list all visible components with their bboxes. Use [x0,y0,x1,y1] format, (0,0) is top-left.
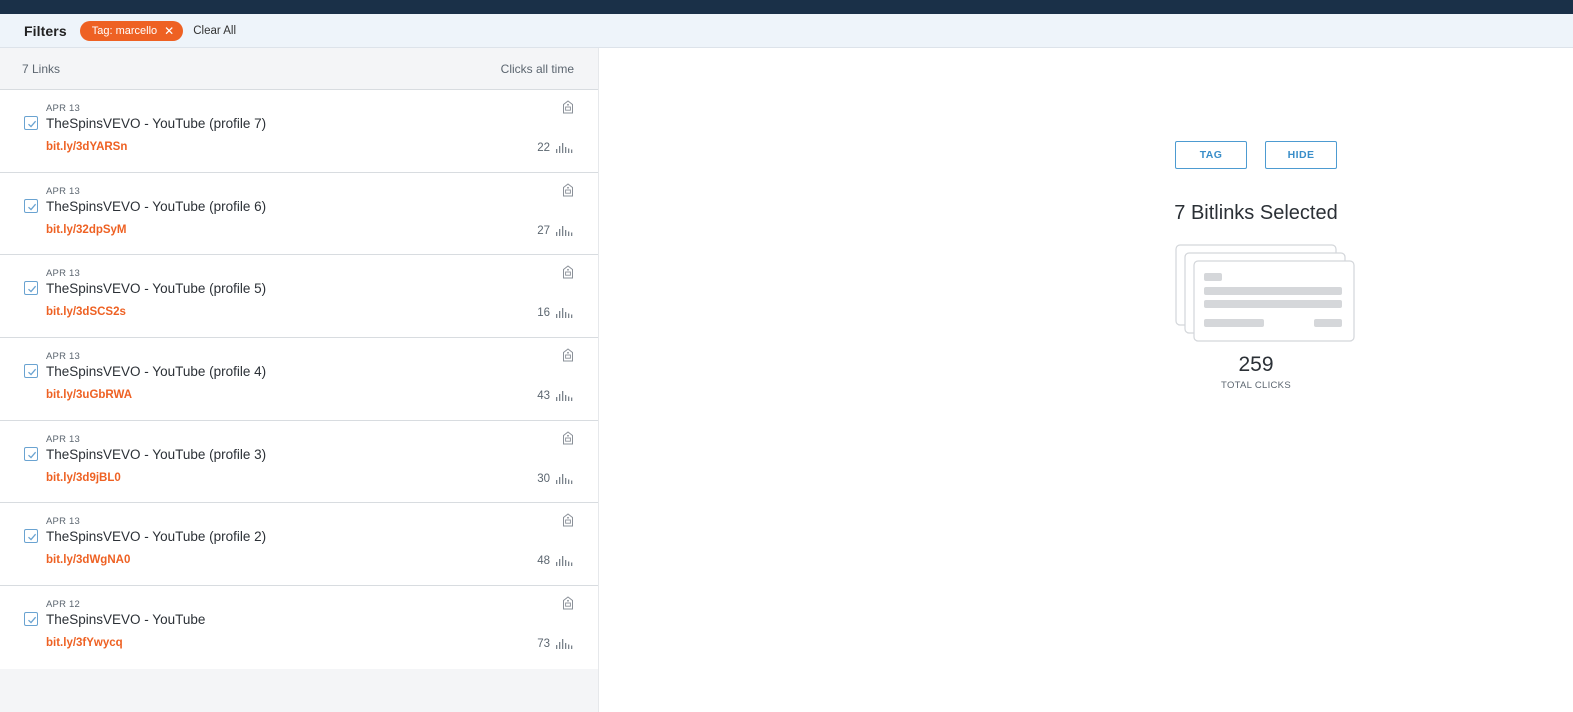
tag-icon[interactable] [562,513,574,527]
link-date: APR 13 [46,268,80,280]
hide-button[interactable]: HIDE [1265,141,1337,169]
link-title[interactable]: TheSpinsVEVO - YouTube [46,612,205,627]
checkmark-icon [28,616,37,624]
row-checkbox[interactable] [24,446,38,461]
tag-icon[interactable] [562,100,574,114]
bar-chart-icon [556,473,573,484]
link-title[interactable]: TheSpinsVEVO - YouTube (profile 3) [46,447,266,462]
tag-button[interactable]: TAG [1175,141,1247,169]
checkmark-icon [28,534,37,541]
link-row[interactable]: APR 12 TheSpinsVEVO - YouTube bit.ly/3fY… [0,586,598,669]
click-count: 43 [537,390,550,403]
short-link[interactable]: bit.ly/3dSCS2s [46,306,126,318]
link-title[interactable]: TheSpinsVEVO - YouTube (profile 6) [46,199,266,214]
filters-label: Filters [24,22,67,39]
links-count: 7 Links [22,61,61,76]
click-count: 27 [537,224,550,237]
bar-chart-icon [556,225,573,236]
list-header: 7 Links Clicks all time [0,48,598,90]
tag-filter-chip[interactable]: Tag: marcello ✕ [79,20,184,41]
link-date: APR 13 [46,516,80,528]
short-link[interactable]: bit.ly/3fYwycq [46,637,123,649]
link-title[interactable]: TheSpinsVEVO - YouTube (profile 2) [46,529,266,544]
link-title[interactable]: TheSpinsVEVO - YouTube (profile 7) [46,116,266,131]
tag-filter-chip-label: Tag: marcello [91,24,158,37]
link-date: APR 13 [46,433,80,445]
checkmark-icon [28,368,37,376]
row-checkbox[interactable] [24,281,38,296]
stacked-cards-illustration [1175,244,1355,342]
tag-icon[interactable] [562,183,574,197]
row-clicks[interactable]: 27 [537,225,574,237]
link-row[interactable]: APR 13 TheSpinsVEVO - YouTube (profile 6… [0,172,598,256]
bar-chart-icon [556,639,573,650]
link-date: APR 13 [46,351,80,363]
click-count: 30 [537,472,550,485]
row-clicks[interactable]: 43 [537,390,574,402]
row-clicks[interactable]: 30 [537,473,574,485]
checkmark-icon [28,203,37,211]
checkmark-icon [28,286,37,293]
click-count: 73 [537,638,550,651]
link-row[interactable]: APR 13 TheSpinsVEVO - YouTube (profile 3… [0,420,598,504]
selection-panel: TAG HIDE 7 Bitlinks Selected 259 TOTAL C… [600,48,1573,712]
total-clicks-label: TOTAL CLICKS [1221,380,1291,391]
short-link[interactable]: bit.ly/3dYARSn [46,141,127,153]
click-count: 48 [537,555,550,568]
tag-icon[interactable] [562,348,574,362]
close-icon[interactable]: ✕ [164,25,174,37]
click-count: 22 [537,142,550,154]
selected-count-title: 7 Bitlinks Selected [1174,202,1338,224]
link-row[interactable]: APR 13 TheSpinsVEVO - YouTube (profile 2… [0,503,598,587]
short-link[interactable]: bit.ly/3d9jBL0 [46,472,121,484]
link-row[interactable]: APR 13 TheSpinsVEVO - YouTube (profile 4… [0,338,598,421]
short-link[interactable]: bit.ly/32dpSyM [46,224,127,236]
bar-chart-icon [556,391,573,402]
link-date: APR 13 [46,103,80,114]
row-checkbox[interactable] [24,198,38,213]
row-clicks[interactable]: 73 [537,638,574,650]
tag-icon[interactable] [562,431,574,445]
filter-bar: Filters Tag: marcello ✕ Clear All [0,14,1573,48]
bar-chart-icon [556,556,573,567]
link-title[interactable]: TheSpinsVEVO - YouTube (profile 4) [46,364,266,379]
short-link[interactable]: bit.ly/3dWgNA0 [46,554,130,566]
short-link[interactable]: bit.ly/3uGbRWA [46,389,132,401]
bar-chart-icon [556,308,573,319]
links-list-panel: 7 Links Clicks all time APR 13 TheSpinsV… [0,48,599,712]
top-navbar [0,0,1573,14]
row-clicks[interactable]: 22 [537,142,574,154]
click-count: 16 [537,307,550,320]
links-list: APR 13 TheSpinsVEVO - YouTube (profile 7… [0,90,598,669]
link-row[interactable]: APR 13 TheSpinsVEVO - YouTube (profile 7… [0,90,598,173]
total-clicks-value: 259 [1238,353,1274,376]
bar-chart-icon [556,143,573,153]
checkmark-icon [28,120,37,128]
row-checkbox[interactable] [24,364,38,379]
clear-all-button[interactable]: Clear All [193,25,236,37]
clicks-sort-label[interactable]: Clicks all time [501,62,574,76]
row-clicks[interactable]: 48 [537,555,574,567]
link-date: APR 13 [46,185,80,197]
link-date: APR 12 [46,599,80,611]
row-clicks[interactable]: 16 [537,307,574,319]
tag-icon[interactable] [562,265,574,279]
row-checkbox[interactable] [24,116,38,130]
row-checkbox[interactable] [24,529,38,544]
checkmark-icon [28,451,37,459]
link-row[interactable]: APR 13 TheSpinsVEVO - YouTube (profile 5… [0,255,598,339]
row-checkbox[interactable] [24,612,38,627]
tag-icon[interactable] [562,596,574,610]
link-title[interactable]: TheSpinsVEVO - YouTube (profile 5) [46,281,266,296]
